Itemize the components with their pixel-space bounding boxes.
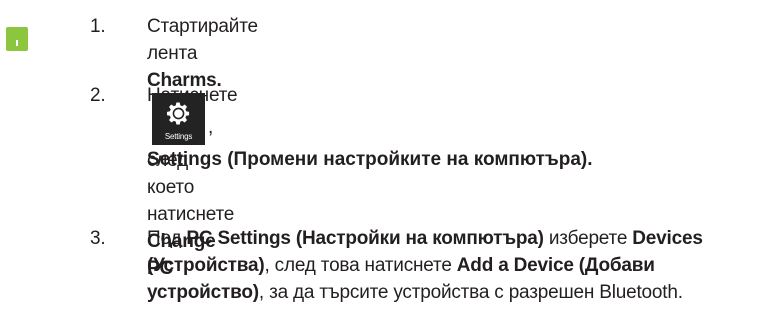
marker-tick xyxy=(16,40,18,46)
step-number: 1. xyxy=(90,16,106,37)
change-pc-settings-term: Settings (Промени настройките на компютъ… xyxy=(147,149,593,170)
step-number: 2. xyxy=(90,85,106,106)
step-3-text-mid-1: изберете xyxy=(543,228,633,249)
step-3-text-mid-2: , след това натиснете xyxy=(264,255,457,276)
step-1-text: Стартирайте лента xyxy=(147,16,258,64)
step-text: Под PC Settings (Настройки на компютъра)… xyxy=(147,225,757,306)
step-number: 3. xyxy=(90,228,106,249)
settings-tile: Settings xyxy=(152,93,205,145)
section-marker xyxy=(6,27,28,51)
step-3-text-after: , за да търсите устройства с разрешен Bl… xyxy=(258,282,683,303)
pc-settings-term: PC Settings (Настройки на компютъра) xyxy=(186,228,544,249)
settings-tile-label: Settings xyxy=(164,132,193,141)
gear-icon xyxy=(167,102,190,125)
step-3-text-before: Под xyxy=(147,228,187,249)
